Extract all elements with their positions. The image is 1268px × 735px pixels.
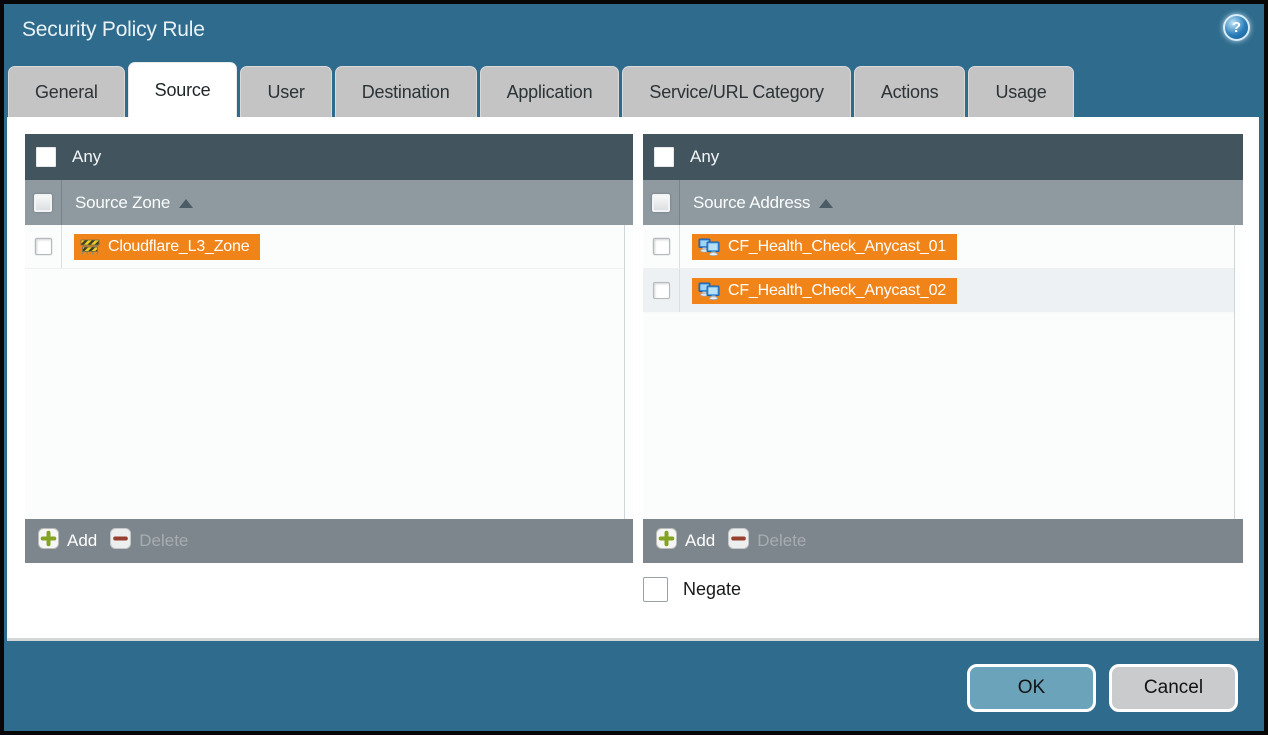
add-zone-button[interactable]: Add [38, 528, 97, 554]
footer-buttons: OK Cancel [967, 664, 1238, 712]
source-address-select-all-cell [643, 180, 680, 225]
tab-user[interactable]: User [240, 66, 331, 117]
security-policy-rule-dialog: Security Policy Rule General Source User… [0, 0, 1268, 735]
address-row-checkbox-1[interactable] [653, 238, 670, 255]
source-address-list: CF_Health_Check_Anycast_01 [643, 225, 1243, 519]
source-zone-any-header: Any [25, 134, 633, 180]
source-address-row[interactable]: CF_Health_Check_Anycast_01 [643, 225, 1243, 269]
tab-general-label: General [35, 82, 98, 103]
add-label: Add [67, 531, 97, 551]
zone-icon [80, 238, 100, 255]
source-zone-toolbar: Add Delete [25, 519, 633, 563]
add-address-button[interactable]: Add [656, 528, 715, 554]
source-zone-any-label: Any [72, 147, 101, 167]
tab-general[interactable]: General [8, 66, 125, 117]
source-address-row[interactable]: CF_Health_Check_Anycast_02 [643, 269, 1243, 313]
source-address-any-label: Any [690, 147, 719, 167]
add-icon [656, 528, 677, 554]
delete-label: Delete [139, 531, 188, 551]
tab-source[interactable]: Source [128, 62, 238, 117]
tab-strip: General Source User Destination Applicat… [8, 66, 1074, 117]
delete-icon [110, 528, 131, 554]
address-icon [698, 282, 720, 300]
tab-usage[interactable]: Usage [968, 66, 1073, 117]
tab-destination-label: Destination [362, 82, 450, 103]
delete-icon [728, 528, 749, 554]
dialog-title: Security Policy Rule [22, 18, 205, 42]
delete-zone-button[interactable]: Delete [110, 528, 188, 554]
source-zone-column-header[interactable]: Source Zone [25, 180, 633, 225]
source-address-panel: Any Source Address [643, 134, 1243, 563]
address-item-label: CF_Health_Check_Anycast_02 [728, 282, 946, 300]
source-address-column-header[interactable]: Source Address [643, 180, 1243, 225]
address-icon [698, 238, 720, 256]
add-label: Add [685, 531, 715, 551]
delete-address-button[interactable]: Delete [728, 528, 806, 554]
source-address-column-label: Source Address [693, 193, 810, 213]
address-row-checkbox-2[interactable] [653, 282, 670, 299]
tab-destination[interactable]: Destination [335, 66, 477, 117]
source-zone-row-checkbox[interactable] [35, 238, 52, 255]
negate-label: Negate [683, 579, 741, 600]
tab-application-label: Application [507, 82, 593, 103]
tab-user-label: User [267, 82, 304, 103]
source-address-any-checkbox[interactable] [654, 147, 674, 167]
address-item-label: CF_Health_Check_Anycast_01 [728, 238, 946, 256]
zone-item-label: Cloudflare_L3_Zone [108, 238, 249, 256]
tab-service-url-category-label: Service/URL Category [649, 82, 823, 103]
ok-button[interactable]: OK [967, 664, 1096, 712]
negate-checkbox[interactable] [643, 577, 668, 602]
tab-actions[interactable]: Actions [854, 66, 966, 117]
source-zone-column-label: Source Zone [75, 193, 170, 213]
sort-ascending-icon [179, 199, 193, 208]
source-address-toolbar: Add Delete [643, 519, 1243, 563]
source-address-select-all-checkbox[interactable] [652, 194, 670, 212]
source-zone-panel: Any Source Zone [25, 134, 633, 563]
sort-ascending-icon [819, 199, 833, 208]
titlebar: Security Policy Rule [4, 4, 1264, 62]
scrollbar-track [624, 225, 633, 519]
source-zone-row[interactable]: Cloudflare_L3_Zone [25, 225, 633, 269]
cancel-button[interactable]: Cancel [1109, 664, 1238, 712]
tab-usage-label: Usage [995, 82, 1046, 103]
tab-source-label: Source [155, 80, 211, 101]
tab-actions-label: Actions [881, 82, 939, 103]
delete-label: Delete [757, 531, 806, 551]
negate-row: Negate [643, 577, 741, 602]
row-checkbox-cell [25, 225, 62, 268]
source-tab-content: Any Source Zone [7, 117, 1259, 641]
source-zone-list: Cloudflare_L3_Zone [25, 225, 633, 519]
row-checkbox-cell [643, 225, 680, 268]
address-item-chip[interactable]: CF_Health_Check_Anycast_02 [692, 278, 957, 304]
address-item-chip[interactable]: CF_Health_Check_Anycast_01 [692, 234, 957, 260]
source-zone-select-all-cell [25, 180, 62, 225]
source-zone-select-all-checkbox[interactable] [34, 194, 52, 212]
row-checkbox-cell [643, 269, 680, 312]
source-zone-any-checkbox[interactable] [36, 147, 56, 167]
tab-service-url-category[interactable]: Service/URL Category [622, 66, 850, 117]
help-icon[interactable] [1223, 14, 1250, 41]
zone-item-chip[interactable]: Cloudflare_L3_Zone [74, 234, 260, 260]
scrollbar-track [1234, 225, 1243, 519]
tab-application[interactable]: Application [480, 66, 620, 117]
source-address-any-header: Any [643, 134, 1243, 180]
add-icon [38, 528, 59, 554]
